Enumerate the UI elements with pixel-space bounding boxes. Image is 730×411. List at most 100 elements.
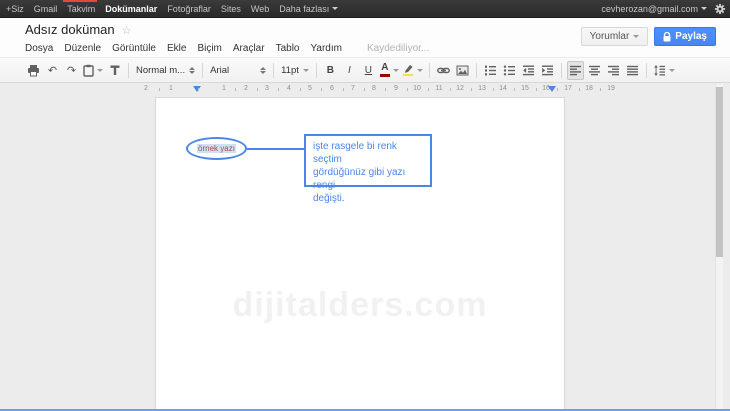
ruler-tick — [235, 88, 236, 91]
nav-web[interactable]: Web — [251, 4, 269, 14]
menu-edit[interactable]: Düzenle — [64, 43, 101, 54]
print-icon[interactable] — [26, 62, 41, 79]
gear-icon[interactable] — [714, 3, 726, 15]
document-page[interactable]: örnek yazı işte rasgele bi renk seçtim g… — [155, 97, 565, 411]
highlight-color-button[interactable] — [403, 62, 423, 79]
align-left-button[interactable] — [567, 61, 584, 80]
bold-button[interactable]: B — [323, 62, 338, 79]
align-center-button[interactable] — [587, 62, 602, 79]
nav-gmail[interactable]: Gmail — [34, 4, 58, 14]
chevron-down-icon — [633, 35, 639, 38]
menu-table[interactable]: Tablo — [276, 43, 300, 54]
share-button[interactable]: Paylaş — [654, 27, 716, 46]
ruler-tick — [600, 88, 601, 91]
menu-tools[interactable]: Araçlar — [233, 43, 265, 54]
ruler-tick — [450, 88, 451, 91]
numbered-list-icon[interactable] — [483, 62, 498, 79]
account-email: cevherozan@gmail.com — [601, 4, 698, 14]
chevron-down-icon — [97, 69, 103, 72]
nav-sites[interactable]: Sites — [221, 4, 241, 14]
callout-line: işte rasgele bi renk seçtim — [313, 140, 423, 166]
header-actions: Yorumlar Paylaş — [581, 27, 716, 46]
ruler-tick — [198, 88, 199, 91]
toolbar-separator — [202, 63, 203, 78]
font-dropdown[interactable]: Arial — [207, 65, 269, 76]
text-color-button[interactable]: A — [380, 62, 399, 79]
toolbar-separator — [646, 63, 647, 78]
chevron-down-icon — [303, 69, 309, 72]
toolbar-separator — [316, 63, 317, 78]
menu-file[interactable]: Dosya — [25, 43, 53, 54]
ruler-number: 9 — [394, 85, 398, 92]
toolbar-separator — [476, 63, 477, 78]
annotation-ellipse: örnek yazı — [186, 137, 247, 160]
menu-help[interactable]: Yardım — [310, 43, 342, 54]
lock-icon — [663, 32, 671, 42]
ruler-tick — [493, 88, 494, 91]
google-docs-window: +Siz Gmail Takvim Dokümanlar Fotoğraflar… — [0, 0, 730, 411]
web-clipboard-icon[interactable] — [83, 62, 103, 79]
font-size-dropdown[interactable]: 11pt — [278, 65, 312, 76]
vertical-scrollbar[interactable] — [715, 84, 723, 411]
dropdown-arrows-icon — [189, 67, 195, 74]
justify-button[interactable] — [625, 62, 640, 79]
annotation-callout-box: işte rasgele bi renk seçtim gördüğünüz g… — [304, 134, 432, 187]
insert-image-icon[interactable] — [455, 62, 470, 79]
star-icon[interactable]: ☆ — [122, 24, 132, 37]
selected-colored-text[interactable]: örnek yazı — [197, 144, 236, 153]
menu-format[interactable]: Biçim — [197, 43, 221, 54]
ruler-number: 17 — [564, 85, 572, 92]
ruler[interactable]: 2112345678910111213141516171819 — [140, 84, 660, 96]
ruler-tick — [364, 88, 365, 91]
editor-canvas: 2112345678910111213141516171819 örnek ya… — [0, 84, 730, 411]
menu-insert[interactable]: Ekle — [167, 43, 186, 54]
ruler-number: 14 — [499, 85, 507, 92]
chevron-down-icon — [332, 7, 338, 10]
ruler-tick — [514, 88, 515, 91]
ruler-number: 2 — [144, 85, 148, 92]
ruler-tick — [428, 88, 429, 91]
text-color-swatch — [380, 74, 390, 77]
ruler-tick — [407, 88, 408, 91]
scrollbar-thumb[interactable] — [716, 87, 723, 257]
decrease-indent-icon[interactable] — [521, 62, 536, 79]
nav-photos[interactable]: Fotoğraflar — [167, 4, 211, 14]
line-spacing-button[interactable] — [653, 62, 675, 79]
document-header: Adsız doküman ☆ Dosya Düzenle Görüntüle … — [0, 17, 730, 57]
styles-dropdown[interactable]: Normal m... — [133, 65, 198, 76]
ruler-number: 6 — [330, 85, 334, 92]
document-title[interactable]: Adsız doküman — [25, 22, 115, 37]
bulleted-list-icon[interactable] — [502, 62, 517, 79]
ruler-number: 4 — [287, 85, 291, 92]
increase-indent-icon[interactable] — [540, 62, 555, 79]
menu-view[interactable]: Görüntüle — [112, 43, 156, 54]
callout-line: değişti. — [313, 192, 423, 205]
active-tab-indicator — [63, 0, 97, 2]
font-size-value: 11pt — [281, 65, 299, 76]
paint-format-icon[interactable] — [107, 62, 122, 79]
chevron-down-icon — [669, 69, 675, 72]
redo-icon[interactable]: ↷ — [64, 62, 79, 79]
ruler-number: 5 — [308, 85, 312, 92]
insert-link-icon[interactable] — [436, 62, 451, 79]
styles-dropdown-value: Normal m... — [136, 65, 185, 76]
comments-button[interactable]: Yorumlar — [581, 27, 649, 46]
nav-more-menu[interactable]: Daha fazlası — [279, 4, 338, 14]
watermark: dijitalders.com — [233, 286, 488, 325]
ruler-number: 16 — [542, 85, 550, 92]
highlight-color-swatch — [403, 74, 413, 77]
underline-button[interactable]: U — [361, 62, 376, 79]
nav-documents[interactable]: Dokümanlar — [105, 4, 157, 14]
font-dropdown-value: Arial — [210, 65, 229, 76]
chevron-down-icon — [393, 69, 399, 72]
italic-button[interactable]: I — [342, 62, 357, 79]
chevron-down-icon — [417, 69, 423, 72]
google-services-nav: +Siz Gmail Takvim Dokümanlar Fotoğraflar… — [0, 4, 338, 14]
ruler-tick — [579, 88, 580, 91]
align-right-button[interactable] — [606, 62, 621, 79]
nav-plus-you[interactable]: +Siz — [6, 4, 24, 14]
toolbar-separator — [561, 63, 562, 78]
undo-icon[interactable]: ↶ — [45, 62, 60, 79]
nav-calendar[interactable]: Takvim — [67, 4, 95, 14]
account-menu[interactable]: cevherozan@gmail.com — [601, 4, 707, 14]
